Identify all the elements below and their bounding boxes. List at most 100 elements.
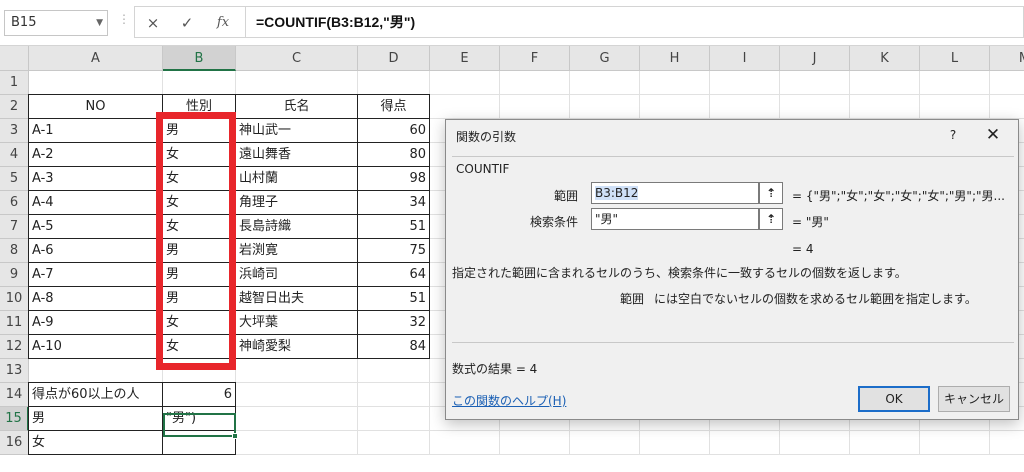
row-header-2[interactable]: 2: [0, 95, 29, 119]
cell[interactable]: [990, 431, 1024, 455]
cell[interactable]: [990, 71, 1024, 95]
table-cell[interactable]: 神崎愛梨: [235, 334, 358, 359]
table-cell[interactable]: 51: [357, 214, 430, 239]
cell[interactable]: [920, 71, 990, 95]
table-cell[interactable]: 神山武一: [235, 118, 358, 143]
enter-icon[interactable]: ✓: [172, 10, 202, 36]
row-header-12[interactable]: 12: [0, 335, 29, 359]
row-header-4[interactable]: 4: [0, 143, 29, 167]
select-all-corner[interactable]: [0, 46, 29, 71]
cell[interactable]: [500, 95, 570, 119]
table-cell[interactable]: 80: [357, 142, 430, 167]
cell[interactable]: [236, 407, 358, 431]
table-cell[interactable]: A-10: [28, 334, 163, 359]
table-cell[interactable]: 遠山舞香: [235, 142, 358, 167]
table-cell[interactable]: 34: [357, 190, 430, 215]
row-header-3[interactable]: 3: [0, 119, 29, 143]
table-cell[interactable]: A-3: [28, 166, 163, 191]
summary-label[interactable]: 女: [28, 430, 163, 455]
insert-function-icon[interactable]: fx: [208, 10, 238, 36]
table-cell[interactable]: 女: [162, 310, 236, 335]
table-cell[interactable]: 84: [357, 334, 430, 359]
column-header-g[interactable]: G: [570, 46, 640, 71]
column-header-c[interactable]: C: [236, 46, 358, 71]
cell[interactable]: [850, 431, 920, 455]
cell[interactable]: [640, 431, 710, 455]
column-header-j[interactable]: J: [780, 46, 850, 71]
row-header-8[interactable]: 8: [0, 239, 29, 263]
table-cell[interactable]: 32: [357, 310, 430, 335]
cell[interactable]: [236, 431, 358, 455]
table-cell[interactable]: 岩渕寛: [235, 238, 358, 263]
table-cell[interactable]: 女: [162, 190, 236, 215]
cell[interactable]: [358, 359, 430, 383]
edit-cell[interactable]: "男"): [162, 406, 236, 431]
table-cell[interactable]: 大坪葉: [235, 310, 358, 335]
table-cell[interactable]: 女: [162, 334, 236, 359]
table-cell[interactable]: A-4: [28, 190, 163, 215]
column-header-l[interactable]: L: [920, 46, 990, 71]
cell[interactable]: [990, 95, 1024, 119]
cell[interactable]: [570, 95, 640, 119]
cell[interactable]: [920, 95, 990, 119]
table-cell[interactable]: 浜崎司: [235, 262, 358, 287]
cell[interactable]: [29, 71, 163, 95]
table-cell[interactable]: 男: [162, 238, 236, 263]
cell[interactable]: [430, 71, 500, 95]
table-cell[interactable]: 山村蘭: [235, 166, 358, 191]
table-header[interactable]: NO: [28, 94, 163, 119]
table-cell[interactable]: 男: [162, 118, 236, 143]
table-cell[interactable]: 98: [357, 166, 430, 191]
cell[interactable]: [163, 71, 236, 95]
table-cell[interactable]: A-8: [28, 286, 163, 311]
cell[interactable]: [780, 431, 850, 455]
drag-handle-icon[interactable]: ⋮: [118, 12, 131, 26]
summary-value[interactable]: [162, 430, 236, 455]
column-header-a[interactable]: A: [29, 46, 163, 71]
summary-label[interactable]: 男: [28, 406, 163, 431]
table-cell[interactable]: A-6: [28, 238, 163, 263]
column-header-e[interactable]: E: [430, 46, 500, 71]
table-header[interactable]: 氏名: [235, 94, 358, 119]
arg-criteria-input[interactable]: "男": [591, 208, 759, 230]
collapse-range-icon[interactable]: ⇡: [759, 182, 783, 204]
cell[interactable]: [570, 71, 640, 95]
table-cell[interactable]: 男: [162, 286, 236, 311]
cell[interactable]: [430, 431, 500, 455]
row-header-16[interactable]: 16: [0, 431, 29, 455]
table-cell[interactable]: 角理子: [235, 190, 358, 215]
formula-input[interactable]: =COUNTIF(B3:B12,"男"): [246, 6, 1024, 38]
ok-button[interactable]: OK: [858, 386, 930, 412]
column-header-h[interactable]: H: [640, 46, 710, 71]
help-icon[interactable]: ?: [942, 124, 964, 146]
row-header-7[interactable]: 7: [0, 215, 29, 239]
cell[interactable]: [500, 431, 570, 455]
row-header-14[interactable]: 14: [0, 383, 29, 407]
table-cell[interactable]: 75: [357, 238, 430, 263]
column-header-f[interactable]: F: [500, 46, 570, 71]
cell[interactable]: [780, 71, 850, 95]
table-cell[interactable]: 長島詩織: [235, 214, 358, 239]
cell[interactable]: [780, 95, 850, 119]
table-cell[interactable]: 男: [162, 262, 236, 287]
cell[interactable]: [358, 71, 430, 95]
table-header[interactable]: 得点: [357, 94, 430, 119]
cell[interactable]: [920, 431, 990, 455]
row-header-13[interactable]: 13: [0, 359, 29, 383]
column-header-i[interactable]: I: [710, 46, 780, 71]
table-cell[interactable]: 60: [357, 118, 430, 143]
row-header-5[interactable]: 5: [0, 167, 29, 191]
table-cell[interactable]: 越智日出夫: [235, 286, 358, 311]
close-icon[interactable]: ✕: [978, 124, 1008, 146]
row-header-15[interactable]: 15: [0, 407, 29, 431]
table-header[interactable]: 性別: [162, 94, 236, 119]
cancel-icon[interactable]: ×: [138, 10, 168, 36]
cell[interactable]: [710, 71, 780, 95]
cell[interactable]: [236, 71, 358, 95]
cell[interactable]: [640, 71, 710, 95]
cell[interactable]: [570, 431, 640, 455]
cell[interactable]: [29, 359, 163, 383]
cell[interactable]: [430, 95, 500, 119]
table-cell[interactable]: A-9: [28, 310, 163, 335]
row-header-1[interactable]: 1: [0, 71, 29, 95]
